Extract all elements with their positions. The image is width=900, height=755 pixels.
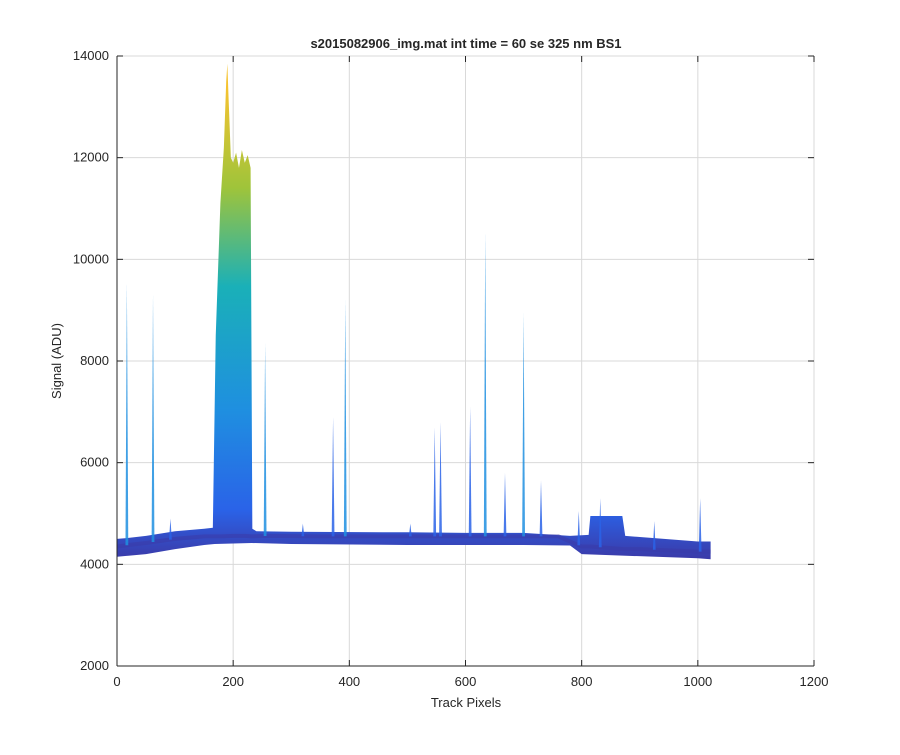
x-tick-label: 400 — [338, 674, 360, 689]
x-tick-label: 600 — [455, 674, 477, 689]
chart-svg: 0 200 400 600 800 1000 1200 2000 4000 6000 8000 100… — [49, 36, 829, 710]
x-tick-label: 800 — [571, 674, 593, 689]
y-tick-label: 4000 — [80, 556, 109, 571]
x-tick-label: 1000 — [683, 674, 712, 689]
y-tick-label: 12000 — [73, 150, 109, 165]
x-axis-label: Track Pixels — [431, 695, 502, 710]
y-tick-label: 6000 — [80, 455, 109, 470]
y-tick-label: 14000 — [73, 48, 109, 63]
x-tick-label: 200 — [222, 674, 244, 689]
figure: 0 200 400 600 800 1000 1200 2000 4000 6000 8000 100… — [0, 0, 900, 750]
x-tick-label: 1200 — [800, 674, 829, 689]
y-tick-label: 10000 — [73, 251, 109, 266]
y-tick-label: 2000 — [80, 658, 109, 673]
x-tick-label: 0 — [113, 674, 120, 689]
y-tick-label: 8000 — [80, 353, 109, 368]
chart-title: s2015082906_img.mat int time = 60 se 325… — [310, 36, 621, 51]
y-axis-label: Signal (ADU) — [49, 323, 64, 399]
